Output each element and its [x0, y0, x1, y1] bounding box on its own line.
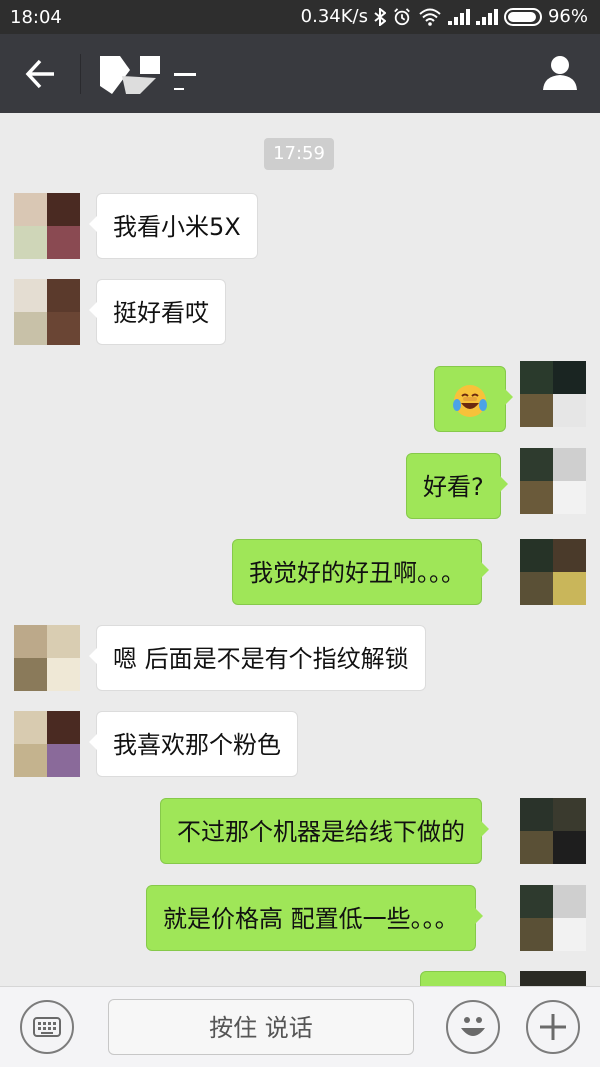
input-bar: 按住 说话 — [0, 986, 600, 1067]
message-bubble-outgoing[interactable]: 就是价格高 配置低一些。。。 — [146, 885, 483, 951]
my-avatar[interactable] — [520, 885, 586, 951]
contact-avatar[interactable] — [14, 711, 80, 777]
message-bubble-incoming[interactable]: 我喜欢那个粉色 — [89, 711, 298, 777]
contact-name-redacted — [100, 56, 196, 94]
plus-icon — [540, 1014, 566, 1040]
keyboard-toggle-button[interactable] — [20, 1000, 74, 1054]
message-bubble-outgoing-partial[interactable] — [420, 971, 506, 986]
emoji-button[interactable] — [446, 1000, 500, 1054]
my-avatar[interactable] — [520, 448, 586, 514]
nav-divider — [80, 54, 81, 94]
signal-icon — [447, 8, 470, 25]
add-more-button[interactable] — [526, 1000, 580, 1054]
back-arrow-icon[interactable] — [22, 54, 62, 94]
contact-avatar[interactable] — [14, 193, 80, 259]
status-time: 18:04 — [10, 7, 62, 28]
chat-header — [0, 34, 600, 113]
network-speed: 0.34K/s — [300, 6, 368, 27]
battery-icon — [503, 7, 542, 26]
message-bubble-outgoing[interactable] — [434, 366, 513, 432]
my-avatar[interactable] — [520, 361, 586, 427]
keyboard-icon — [33, 1017, 61, 1037]
hold-to-talk-button[interactable]: 按住 说话 — [108, 999, 414, 1055]
alarm-icon — [394, 7, 410, 25]
status-bar: 18:04 0.34K/s 96% — [0, 0, 600, 34]
status-right: 0.34K/s 96% — [301, 6, 588, 27]
person-icon[interactable] — [540, 52, 580, 92]
message-bubble-incoming[interactable]: 我看小米5X — [89, 193, 258, 259]
chat-area: 17:59 我看小米5X 挺好看哎 好看? 我觉好的好丑啊。。。 嗯 后面是不是… — [0, 113, 600, 986]
wifi-icon — [419, 8, 441, 26]
message-bubble-outgoing[interactable]: 不过那个机器是给线下做的 — [160, 798, 489, 864]
my-avatar[interactable] — [520, 539, 586, 605]
battery-percent: 96% — [547, 6, 588, 27]
crying-laughing-emoji — [453, 385, 487, 417]
message-timestamp: 17:59 — [264, 138, 334, 170]
my-avatar[interactable] — [520, 971, 586, 986]
message-bubble-incoming[interactable]: 嗯 后面是不是有个指纹解锁 — [89, 625, 426, 691]
contact-avatar[interactable] — [14, 279, 80, 345]
my-avatar[interactable] — [520, 798, 586, 864]
contact-avatar[interactable] — [14, 625, 80, 691]
message-bubble-outgoing[interactable]: 好看? — [406, 453, 508, 519]
message-bubble-incoming[interactable]: 挺好看哎 — [89, 279, 226, 345]
smiley-icon — [461, 1017, 485, 1036]
signal-icon — [475, 8, 498, 25]
bluetooth-icon — [374, 7, 386, 26]
message-bubble-outgoing[interactable]: 我觉好的好丑啊。。。 — [232, 539, 489, 605]
